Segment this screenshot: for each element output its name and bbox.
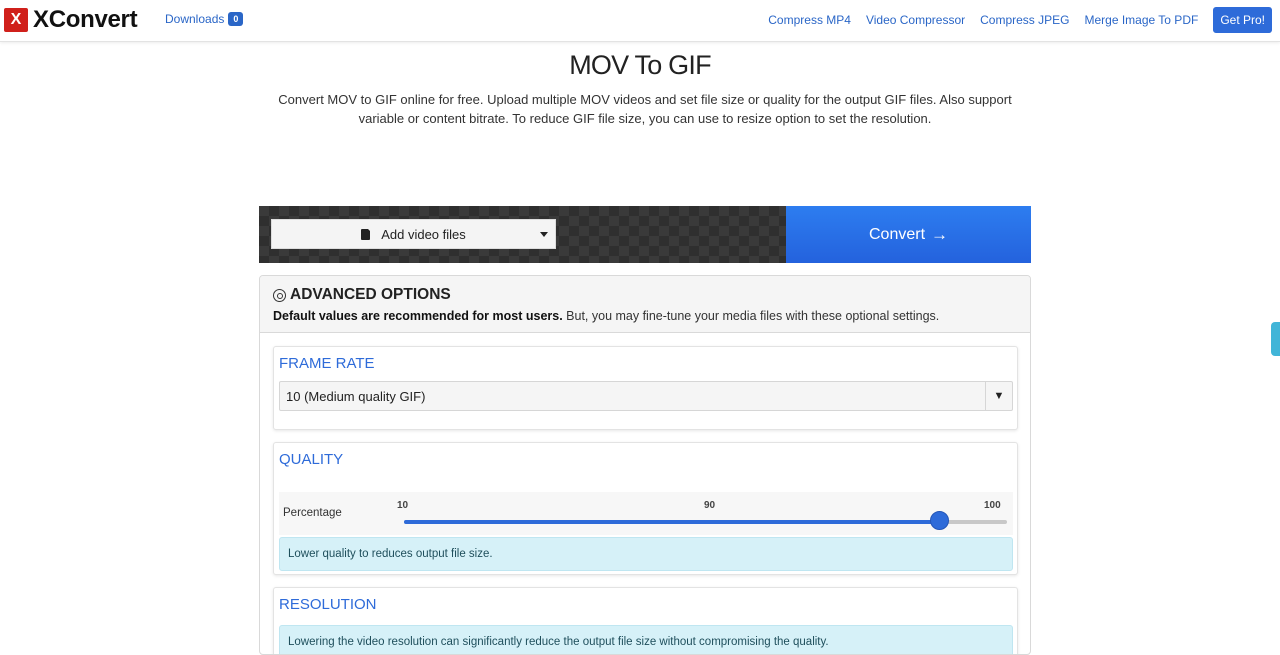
nav-link-compress-jpeg[interactable]: Compress JPEG [980, 13, 1069, 27]
nav-links: Compress MP4 Video Compressor Compress J… [753, 7, 1272, 33]
quality-slider-fill [404, 520, 940, 524]
downloads-label: Downloads [165, 12, 225, 26]
page-description: Convert MOV to GIF online for free. Uplo… [278, 92, 1012, 126]
file-icon [361, 227, 372, 240]
caret-down-icon[interactable] [540, 232, 548, 237]
slider-tick-min: 10 [397, 500, 409, 511]
advanced-options-card: ADVANCED OPTIONS Default values are reco… [259, 275, 1031, 655]
quality-section: QUALITY Percentage 10 90 100 Lower quali… [273, 442, 1018, 575]
advanced-options-subtitle: Default values are recommended for most … [273, 309, 1017, 323]
convert-button[interactable]: Convert → [786, 206, 1031, 263]
brand-name: XConvert [33, 6, 138, 33]
frame-rate-select[interactable]: 10 (Medium quality GIF) ▼ [279, 381, 1013, 411]
brand-link[interactable]: X XConvert [4, 6, 138, 33]
gear-icon [273, 288, 286, 302]
add-video-files-button[interactable]: Add video files [271, 219, 556, 249]
resolution-info-text: Lowering the video resolution can signif… [288, 636, 829, 648]
resolution-title: RESOLUTION [279, 596, 377, 613]
frame-rate-title: FRAME RATE [279, 355, 375, 372]
advanced-options-title-text: ADVANCED OPTIONS [290, 286, 451, 303]
get-pro-button[interactable]: Get Pro! [1213, 7, 1272, 33]
downloads-count-badge: 0 [228, 12, 244, 26]
quality-title: QUALITY [279, 451, 344, 468]
advanced-options-title: ADVANCED OPTIONS [273, 286, 1017, 304]
arrow-right-icon: → [931, 224, 949, 244]
quality-slider-thumb[interactable] [930, 511, 949, 530]
page-title: MOV To GIF [569, 50, 711, 80]
quality-slider-row: Percentage 10 90 100 [279, 492, 1013, 535]
upload-dropzone[interactable]: Add video files [259, 206, 786, 263]
slider-tick-value: 90 [704, 500, 716, 511]
frame-rate-section: FRAME RATE 10 (Medium quality GIF) ▼ [273, 346, 1018, 430]
advanced-options-subtitle-rest: But, you may fine-tune your media files … [562, 309, 940, 323]
frame-rate-selected-value: 10 (Medium quality GIF) [286, 388, 426, 404]
quality-info-box: Lower quality to reduces output file siz… [279, 537, 1013, 571]
nav-link-compress-mp4[interactable]: Compress MP4 [768, 13, 851, 27]
resolution-info-box: Lowering the video resolution can signif… [279, 625, 1013, 654]
advanced-options-subtitle-bold: Default values are recommended for most … [273, 309, 563, 323]
nav-link-merge-image-to-pdf[interactable]: Merge Image To PDF [1084, 13, 1198, 27]
resolution-section: RESOLUTION Lowering the video resolution… [273, 587, 1018, 654]
feedback-side-tab[interactable] [1271, 322, 1280, 356]
slider-tick-max: 100 [984, 500, 1001, 511]
percentage-label: Percentage [283, 507, 342, 519]
top-navbar: X XConvert Downloads 0 Compress MP4 Vide… [0, 0, 1280, 42]
downloads-link[interactable]: Downloads 0 [165, 12, 244, 26]
brand-logo-icon: X [4, 8, 28, 32]
nav-link-video-compressor[interactable]: Video Compressor [866, 13, 965, 27]
upload-action-bar: Add video files Convert → [259, 206, 1031, 263]
quality-slider-track[interactable] [404, 520, 1007, 524]
quality-info-text: Lower quality to reduces output file siz… [288, 548, 493, 560]
dropdown-arrow-icon[interactable]: ▼ [985, 382, 1012, 410]
add-video-files-label: Add video files [381, 226, 466, 242]
convert-label: Convert [868, 225, 926, 243]
advanced-options-header: ADVANCED OPTIONS Default values are reco… [260, 276, 1030, 333]
